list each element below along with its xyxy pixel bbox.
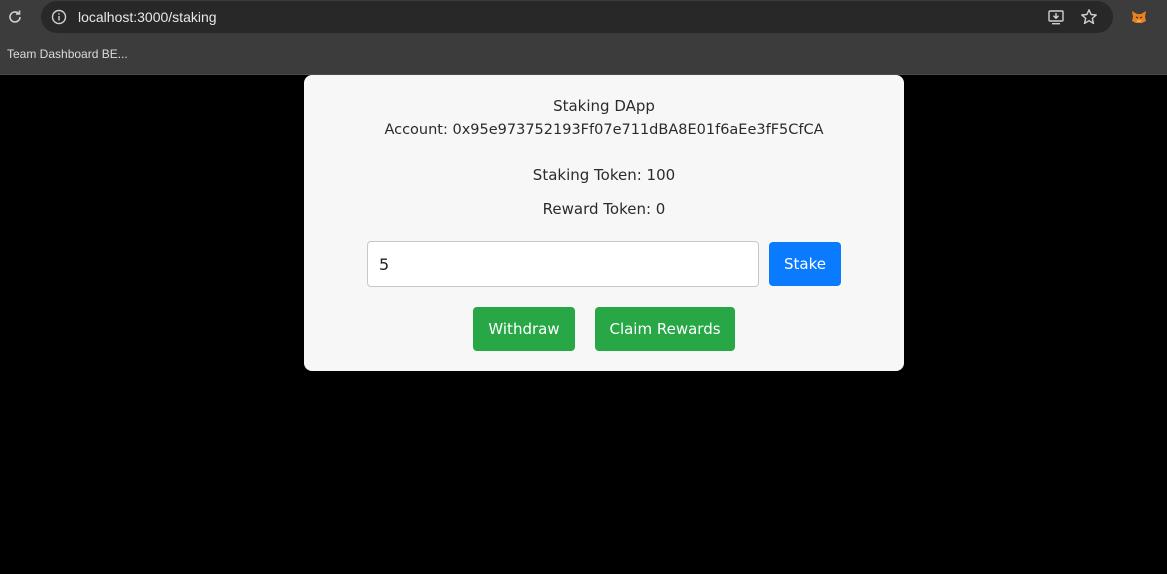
site-info-icon[interactable] xyxy=(51,9,67,25)
url-text[interactable]: localhost:3000/staking xyxy=(78,9,217,25)
staking-card: Staking DApp Account: 0x95e973752193Ff07… xyxy=(304,75,904,371)
stake-button[interactable]: Stake xyxy=(769,242,841,286)
withdraw-button[interactable]: Withdraw xyxy=(473,307,575,351)
bookmarks-bar: Team Dashboard BE... xyxy=(0,36,1167,75)
reward-token-balance: Reward Token: 0 xyxy=(542,200,666,218)
address-bar[interactable]: localhost:3000/staking xyxy=(41,1,1113,33)
claim-rewards-button[interactable]: Claim Rewards xyxy=(595,307,735,351)
reload-icon[interactable] xyxy=(4,6,26,28)
browser-toolbar: localhost:3000/staking xyxy=(0,0,1167,36)
bookmark-star-icon[interactable] xyxy=(1079,7,1099,27)
account-address: Account: 0x95e973752193Ff07e711dBA8E01f6… xyxy=(384,122,824,138)
install-app-icon[interactable] xyxy=(1047,8,1065,26)
page-title: Staking DApp xyxy=(553,97,655,115)
metamask-extension-icon[interactable] xyxy=(1129,7,1149,27)
stake-amount-input[interactable] xyxy=(367,241,759,287)
staking-token-balance: Staking Token: 100 xyxy=(532,166,676,184)
bookmark-team-dashboard[interactable]: Team Dashboard BE... xyxy=(7,47,128,61)
